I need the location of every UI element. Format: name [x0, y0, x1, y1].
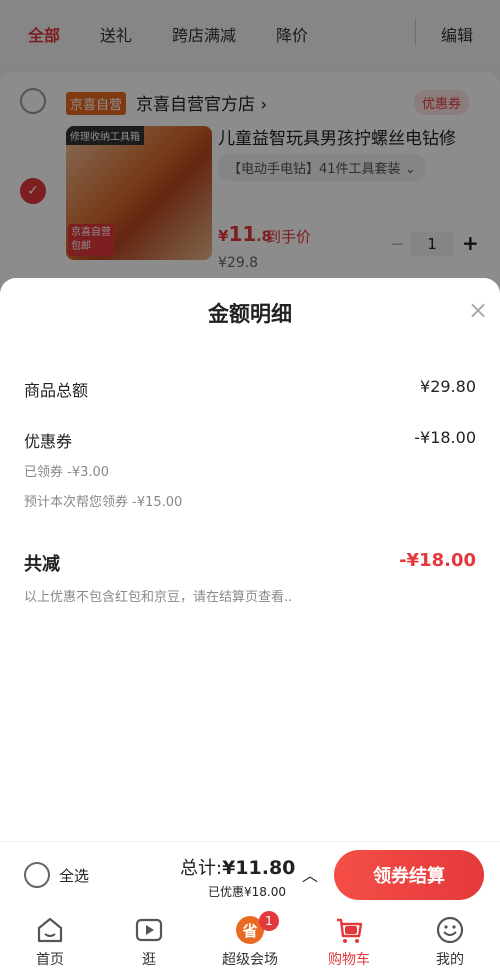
select-all-label[interactable]: 全选 — [59, 865, 89, 886]
tabbar-item-super-venue[interactable]: 省 1 超级会场 — [210, 911, 290, 969]
chevron-up-icon[interactable]: ︿ — [302, 862, 318, 886]
tabbar-item-home[interactable]: 首页 — [10, 915, 90, 969]
video-play-icon — [134, 915, 164, 945]
tabbar-item-cart[interactable]: 购物车 — [309, 915, 389, 969]
sheet-footnote: 以上优惠不包含红包和京豆，请在结算页查看.. — [24, 590, 293, 605]
close-icon[interactable]: × — [468, 296, 488, 324]
total-prefix: 总计: — [180, 858, 223, 879]
goods-total-label: 商品总额 — [24, 381, 89, 400]
estimated-coupon-text: 预计本次帮您领券 -¥15.00 — [24, 495, 183, 510]
notification-badge: 1 — [259, 911, 279, 931]
total-reduction-label: 共减 — [24, 554, 60, 575]
tabbar-label-mine: 我的 — [436, 952, 464, 968]
smiley-face-icon — [435, 915, 465, 945]
bottom-tab-bar: 首页 逛 省 1 超级会场 购物车 我的 — [0, 907, 500, 977]
tabbar-label-home: 首页 — [36, 952, 64, 968]
tabbar-label-super-venue: 超级会场 — [222, 952, 278, 968]
tabbar-item-mine[interactable]: 我的 — [410, 915, 490, 969]
super-venue-icon: 省 1 — [235, 911, 279, 945]
coupon-label: 优惠券 — [24, 432, 73, 451]
checkout-button[interactable]: 领券结算 — [334, 850, 484, 900]
tabbar-label-cart: 购物车 — [328, 952, 370, 968]
tabbar-label-browse: 逛 — [142, 952, 156, 968]
svg-text:省: 省 — [241, 922, 257, 940]
tabbar-item-browse[interactable]: 逛 — [109, 915, 189, 969]
cart-icon — [334, 915, 364, 945]
total-value: ¥11.80 — [222, 857, 296, 879]
coupon-value: -¥18.00 — [414, 428, 476, 447]
checkout-bar: 全选 总计:¥11.80 已优惠¥18.00 ︿ 领券结算 — [0, 841, 500, 907]
sheet-title: 金额明细 — [208, 302, 292, 326]
home-icon — [35, 915, 65, 945]
total-price: 总计:¥11.80 — [180, 854, 295, 880]
goods-total-value: ¥29.80 — [420, 377, 476, 396]
claimed-coupon-text: 已领券 -¥3.00 — [24, 465, 110, 480]
total-reduction-value: -¥18.00 — [399, 550, 476, 571]
select-all-checkbox[interactable] — [24, 862, 50, 888]
discount-note: 已优惠¥18.00 — [208, 885, 286, 899]
price-detail-sheet: 金额明细 × 商品总额 ¥29.80 优惠券 -¥18.00 已领券 -¥3.0… — [0, 278, 500, 841]
